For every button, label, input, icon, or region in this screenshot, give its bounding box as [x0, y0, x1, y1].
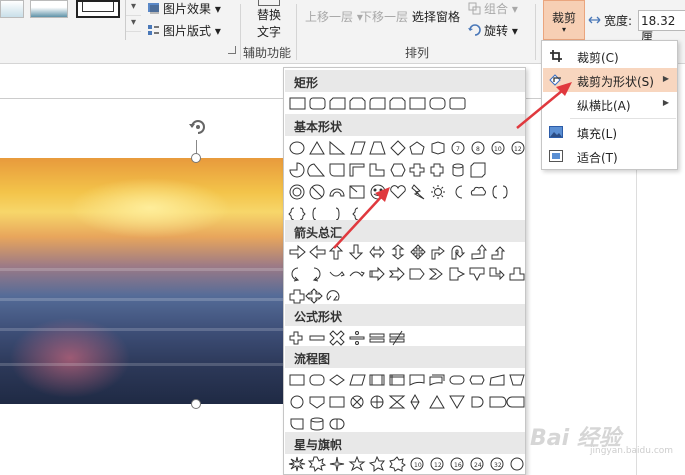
powerpoint-window: ▾ ▾ 图片效果 ▾ 图片版式 ▾ 替换 文字 辅助功能 上移一层 ▾ 下移一层… — [0, 0, 685, 475]
send-backward-button[interactable]: 下移一层 ▾ — [360, 8, 418, 25]
svg-text:24: 24 — [474, 462, 482, 469]
picture-layout-button[interactable]: 图片版式 ▾ — [147, 22, 221, 39]
group-button[interactable]: 组合 ▾ — [468, 0, 518, 17]
shapes-row-arrows-2[interactable] — [288, 266, 525, 284]
svg-text:10: 10 — [414, 462, 422, 469]
category-flowchart: 流程图 — [285, 346, 525, 368]
fit-icon — [549, 150, 563, 162]
crop-to-shape-icon — [549, 74, 561, 86]
picture-style-thumb-1[interactable] — [0, 0, 24, 18]
submenu-arrow-icon: ▶ — [662, 98, 669, 107]
chevron-down-icon: ▾ — [561, 25, 566, 34]
shapes-row-basic-1[interactable]: 7 8 10 12 — [288, 140, 525, 158]
menu-item-aspect-ratio[interactable]: 纵横比(A) ▶ — [543, 92, 677, 116]
shapes-row-flow-1[interactable] — [288, 372, 525, 390]
selection-pane-button[interactable]: 选择窗格 — [412, 8, 460, 25]
accessibility-group-label: 辅助功能 — [243, 46, 292, 60]
category-rectangles: 矩形 — [285, 70, 525, 92]
resize-handle-bottom[interactable] — [191, 399, 201, 409]
svg-text:32: 32 — [494, 462, 502, 469]
crop-button[interactable]: 裁剪 ▾ — [543, 0, 585, 40]
menu-item-fit[interactable]: 适合(T) — [543, 144, 677, 168]
group-label: 组合 — [484, 2, 509, 16]
crop-icon — [550, 50, 562, 62]
shapes-gallery: 矩形 基本形状 7 8 10 12 箭头总汇 公式形状 流程图 星与旗帜 10 1… — [283, 67, 526, 475]
shapes-row-rectangles[interactable] — [288, 96, 468, 114]
picture-effects-icon — [148, 3, 159, 14]
picture-effects-button[interactable]: 图片效果 ▾ — [147, 0, 221, 17]
picture-layout-icon — [148, 25, 159, 35]
shapes-row-basic-3[interactable] — [288, 184, 525, 202]
dialog-launcher-icon[interactable] — [228, 46, 236, 54]
svg-text:12: 12 — [514, 146, 522, 153]
picture-style-thumb-3[interactable] — [76, 0, 120, 18]
menu-item-crop-to-shape[interactable]: 裁剪为形状(S) ▶ — [543, 68, 677, 92]
menu-item-fill[interactable]: 填充(L) — [543, 120, 677, 144]
submenu-arrow-icon: ▶ — [662, 74, 669, 83]
picture-effects-label: 图片效果 — [163, 2, 212, 16]
svg-text:10: 10 — [494, 146, 502, 153]
arrange-group-label: 排列 — [405, 46, 430, 60]
rotate-label: 旋转 — [484, 24, 509, 38]
width-icon — [588, 16, 601, 24]
svg-text:8: 8 — [476, 146, 480, 153]
picture-layout-label: 图片版式 — [163, 24, 212, 38]
picture-style-thumb-2[interactable] — [30, 0, 68, 18]
svg-text:7: 7 — [456, 146, 460, 153]
group-icon — [468, 2, 481, 15]
category-basic-shapes: 基本形状 — [285, 114, 525, 136]
width-label: 宽度: — [588, 12, 632, 29]
menu-item-crop[interactable]: 裁剪(C) — [543, 44, 677, 68]
bring-forward-button[interactable]: 上移一层 ▾ — [305, 8, 363, 25]
send-backward-label: 下移一层 — [360, 10, 409, 24]
alt-text-button[interactable]: 替换 文字 — [253, 0, 285, 40]
alt-text-label-2: 文字 — [256, 25, 281, 39]
rotate-icon — [468, 24, 481, 36]
rotate-handle-icon[interactable] — [187, 116, 209, 138]
category-block-arrows: 箭头总汇 — [285, 220, 525, 242]
svg-text:12: 12 — [434, 462, 442, 469]
rotate-button[interactable]: 旋转 ▾ — [468, 22, 518, 39]
watermark-url: jingyan.baidu.com — [590, 446, 674, 456]
bring-forward-label: 上移一层 — [305, 10, 354, 24]
gallery-more-icon[interactable]: ▾ — [126, 16, 141, 32]
style-gallery-scroll[interactable]: ▾ ▾ — [125, 0, 141, 40]
category-stars-banners: 星与旗帜 — [285, 432, 525, 454]
shapes-row-flow-2[interactable] — [288, 394, 525, 412]
crop-dropdown-menu: 裁剪(C) 裁剪为形状(S) ▶ 纵横比(A) ▶ 填充(L) 适合(T) — [541, 40, 678, 170]
svg-text:16: 16 — [454, 462, 462, 469]
selected-picture[interactable] — [0, 158, 285, 404]
shapes-row-basic-2[interactable] — [288, 162, 525, 180]
category-equation-shapes: 公式形状 — [285, 304, 525, 326]
gallery-down-icon[interactable]: ▾ — [126, 0, 141, 16]
selection-pane-label: 选择窗格 — [412, 10, 461, 24]
width-input[interactable]: 18.32 厘 — [638, 10, 685, 44]
fill-icon — [549, 126, 563, 138]
resize-handle-top[interactable] — [191, 153, 201, 163]
shapes-row-stars[interactable]: 10 12 16 24 32 — [288, 456, 525, 474]
alt-text-label-1: 替换 — [256, 8, 281, 22]
shapes-row-arrows-1[interactable] — [288, 244, 525, 262]
crop-label: 裁剪 — [551, 11, 576, 25]
